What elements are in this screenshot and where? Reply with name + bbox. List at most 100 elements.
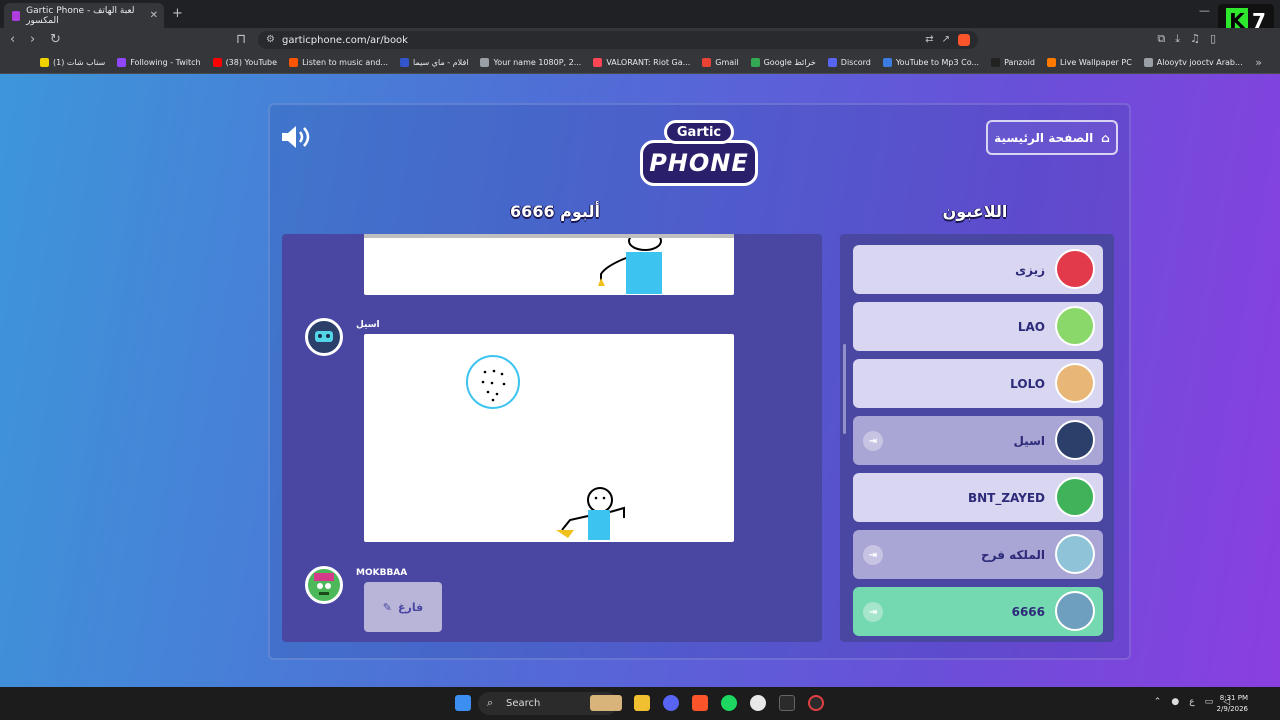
bookmark-label: (38) YouTube bbox=[225, 58, 278, 67]
tray-expand-icon[interactable]: ⌃ bbox=[1154, 697, 1162, 707]
players-scrollbar[interactable] bbox=[843, 344, 846, 434]
reload-icon[interactable]: ↻ bbox=[50, 32, 61, 47]
player-card: LOLO bbox=[853, 359, 1103, 408]
bookmark-item[interactable]: Following - Twitch bbox=[111, 58, 206, 67]
gartic-page: PHONE Gartic الصفحة الرئيسية ⌂ ألبوم 666… bbox=[0, 74, 1280, 687]
clock[interactable]: 8:31 PM 2/9/2026 bbox=[1217, 693, 1248, 715]
bookmark-item[interactable]: Your name 1080P, 2... bbox=[474, 58, 587, 67]
player-avatar bbox=[1055, 363, 1095, 403]
bookmark-item[interactable]: Discord bbox=[822, 58, 877, 67]
player-avatar bbox=[1055, 249, 1095, 289]
entry-username: اسيل bbox=[356, 320, 380, 330]
bookmark-favicon-icon bbox=[991, 58, 1001, 67]
pencil-icon: ✎ bbox=[382, 600, 393, 614]
home-button[interactable]: الصفحة الرئيسية ⌂ bbox=[986, 120, 1118, 155]
bookmark-item[interactable]: Listen to music and... bbox=[283, 58, 394, 67]
bookmark-favicon-icon bbox=[1046, 58, 1056, 67]
bookmark-item[interactable]: YouTube to Mp3 Co... bbox=[877, 58, 985, 67]
language-indicator[interactable]: ع bbox=[1189, 697, 1194, 707]
tab-title: Gartic Phone - لعبة الهاتف المكسور bbox=[26, 5, 135, 26]
bookmark-item[interactable]: سناب شات (1) bbox=[34, 58, 111, 67]
bookmark-favicon-icon bbox=[289, 58, 299, 67]
network-icon[interactable]: ▭ bbox=[1205, 697, 1214, 707]
more-bookmarks-icon[interactable]: » bbox=[1255, 56, 1262, 69]
forward-icon[interactable]: › bbox=[30, 32, 35, 47]
file-explorer-icon[interactable] bbox=[634, 695, 650, 711]
bookmark-item[interactable]: Google خرائط bbox=[745, 58, 822, 67]
album-panel: اسيل MOKBBAA ✎ فارغ bbox=[282, 234, 822, 642]
bookmark-label: Alooytv jooctv Arab... bbox=[1156, 58, 1243, 67]
address-bar-row: ‹ › ↻ ⊓ ⚙ garticphone.com/ar/book ⇄ ↗ bbox=[0, 28, 1280, 52]
player-avatar bbox=[1055, 420, 1095, 460]
avatar bbox=[305, 566, 343, 604]
player-name: الملكه فرح bbox=[981, 547, 1045, 562]
download-icon[interactable]: ⤓ bbox=[1175, 32, 1180, 46]
sound-toggle-icon[interactable] bbox=[280, 124, 312, 156]
bookmark-item[interactable]: Gmail bbox=[696, 58, 744, 67]
windows-start-icon[interactable] bbox=[455, 695, 471, 711]
clock-date: 2/9/2026 bbox=[1216, 705, 1248, 713]
site-settings-icon[interactable]: ⚙ bbox=[266, 34, 275, 45]
avatar bbox=[305, 318, 343, 356]
bookmark-item[interactable]: افلام - ماي سيما bbox=[394, 58, 474, 67]
player-card: ⇥ اسيل bbox=[853, 416, 1103, 465]
bookmark-icon[interactable]: ⊓ bbox=[236, 32, 246, 47]
bookmark-favicon-icon bbox=[117, 58, 127, 67]
url-field[interactable]: ⚙ garticphone.com/ar/book ⇄ ↗ bbox=[258, 31, 978, 49]
drawing-canvas bbox=[364, 334, 734, 542]
player-name: LAO bbox=[1017, 319, 1045, 334]
bookmark-favicon-icon bbox=[40, 58, 49, 67]
bookmark-label: Discord bbox=[840, 58, 871, 67]
tab-close-icon[interactable]: ✕ bbox=[150, 10, 158, 21]
bookmark-label: Live Wallpaper PC bbox=[1059, 58, 1132, 67]
bookmark-favicon-icon bbox=[882, 58, 892, 67]
bookmark-favicon-icon bbox=[212, 58, 222, 67]
player-name: 6666 bbox=[1011, 604, 1045, 619]
player-card: LAO bbox=[853, 302, 1103, 351]
bookmarks-bar: سناب شات (1) Following - Twitch (38) YouTu… bbox=[0, 52, 1280, 74]
back-icon[interactable]: ‹ bbox=[10, 32, 15, 47]
player-status-icon: ⇥ bbox=[863, 545, 883, 565]
search-icon: ⌕ bbox=[487, 696, 494, 709]
bookmark-item[interactable]: Panzoid bbox=[985, 58, 1041, 67]
bookmark-item[interactable]: Live Wallpaper PC bbox=[1041, 58, 1138, 67]
player-avatar bbox=[1055, 306, 1095, 346]
player-card: ⇥ الملكه فرح bbox=[853, 530, 1103, 579]
player-card: ⇥ 6666 bbox=[853, 587, 1103, 636]
share-icon[interactable]: ↗ bbox=[942, 34, 950, 46]
bookmark-favicon-icon bbox=[1143, 58, 1153, 67]
discord-icon[interactable] bbox=[663, 695, 679, 711]
clock-time: 8:31 PM bbox=[1219, 694, 1248, 702]
url-text: garticphone.com/ar/book bbox=[282, 34, 408, 46]
widget-icon[interactable] bbox=[590, 695, 622, 711]
gartic-phone-logo: PHONE Gartic bbox=[640, 120, 758, 190]
windows-taskbar: ⌕ Search ⌃ ● ع ▭ ◁ 8:31 PM 2/9/2026 bbox=[0, 687, 1280, 720]
bookmark-item[interactable]: (38) YouTube bbox=[207, 58, 284, 67]
search-label: Search bbox=[506, 698, 541, 709]
minimize-icon[interactable]: — bbox=[1199, 4, 1210, 17]
bookmark-favicon-icon bbox=[593, 58, 603, 67]
sidebar-icon[interactable]: ▯ bbox=[1210, 32, 1216, 46]
bookmark-favicon-icon bbox=[400, 58, 410, 67]
app-icon[interactable] bbox=[808, 695, 824, 711]
bookmark-item[interactable]: Alooytv jooctv Arab... bbox=[1138, 58, 1249, 67]
obs-icon[interactable] bbox=[750, 695, 766, 711]
app-icon[interactable] bbox=[779, 695, 795, 711]
drawing-canvas bbox=[364, 234, 734, 295]
brave-icon[interactable] bbox=[692, 695, 708, 711]
browser-tab[interactable]: Gartic Phone - لعبة الهاتف المكسور ✕ bbox=[4, 3, 164, 28]
new-tab-button[interactable]: + bbox=[172, 6, 183, 21]
player-avatar bbox=[1055, 591, 1095, 631]
album-title: ألبوم 6666 bbox=[510, 202, 600, 221]
spotify-icon[interactable] bbox=[721, 695, 737, 711]
bookmark-item[interactable]: VALORANT: Riot Ga... bbox=[587, 58, 696, 67]
player-avatar bbox=[1055, 477, 1095, 517]
brave-shield-icon[interactable] bbox=[958, 34, 970, 46]
media-icon[interactable]: ♫ bbox=[1190, 32, 1200, 46]
player-name: اسيل bbox=[1013, 433, 1045, 448]
player-avatar bbox=[1055, 534, 1095, 574]
extensions-icon[interactable]: ⧉ bbox=[1157, 32, 1165, 46]
mic-icon[interactable]: ● bbox=[1171, 697, 1179, 707]
bookmark-favicon-icon bbox=[750, 58, 760, 67]
translate-icon[interactable]: ⇄ bbox=[925, 34, 933, 46]
